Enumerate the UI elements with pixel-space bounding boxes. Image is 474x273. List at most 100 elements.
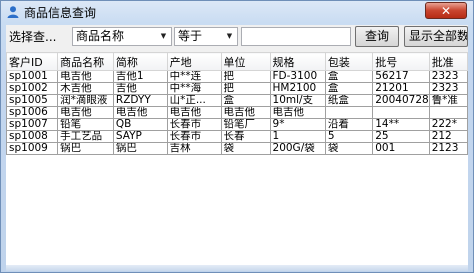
operator-select-value: 等于 — [178, 29, 203, 43]
query-toolbar: 选择查... 商品名称 ▼ 等于 ▼ 查询 显示全部数据 — [6, 25, 468, 49]
chevron-down-icon[interactable]: ▼ — [222, 28, 237, 45]
column-header[interactable]: 包装 — [324, 52, 374, 71]
table-cell[interactable]: 铅笔 — [57, 118, 114, 131]
table-cell[interactable] — [428, 106, 468, 119]
column-header[interactable]: 规格 — [269, 52, 326, 71]
table-cell[interactable]: 中**连 — [166, 70, 222, 83]
table-cell[interactable]: 吉他1 — [112, 70, 168, 83]
table-cell[interactable]: 001 — [372, 142, 430, 155]
table-cell[interactable]: 56217 — [372, 70, 430, 83]
table-cell[interactable]: 10ml/支 — [269, 94, 326, 107]
table-cell[interactable]: 手工艺品 — [57, 130, 114, 143]
window-title: 商品信息查询 — [24, 5, 97, 20]
search-button[interactable]: 查询 — [355, 26, 399, 47]
table-cell[interactable]: 袋 — [324, 142, 374, 155]
table-cell[interactable]: sp1008 — [6, 130, 59, 143]
table-cell[interactable]: 山*正... — [166, 94, 222, 107]
column-header[interactable]: 批号 — [372, 52, 430, 71]
column-header[interactable]: 商品名称 — [57, 52, 114, 71]
table-cell[interactable]: 212 — [428, 130, 468, 143]
table-cell[interactable]: 锅巴 — [57, 142, 114, 155]
table-cell[interactable]: 电吉他 — [57, 70, 114, 83]
status-bar — [6, 265, 468, 271]
table-cell[interactable]: FD-3100 — [269, 70, 326, 83]
table-cell[interactable]: SAYP — [112, 130, 168, 143]
table-cell[interactable]: 润*滴眼液 — [57, 94, 114, 107]
table-cell[interactable]: sp1001 — [6, 70, 59, 83]
table-cell[interactable]: 2323 — [428, 82, 468, 95]
operator-select[interactable]: 等于 ▼ — [174, 27, 238, 46]
table-cell[interactable]: 盒 — [324, 70, 374, 83]
table-cell[interactable]: sp1006 — [6, 106, 59, 119]
table-cell[interactable]: 20040728 — [372, 94, 430, 107]
table-cell[interactable]: 电吉他 — [112, 106, 168, 119]
table-cell[interactable]: 9* — [269, 118, 326, 131]
table-cell[interactable]: 5 — [324, 130, 374, 143]
table-cell[interactable]: 200G/袋 — [269, 142, 326, 155]
user-icon — [6, 5, 20, 19]
column-header[interactable]: 简称 — [112, 52, 168, 71]
table-cell[interactable]: 沿着 — [324, 118, 374, 131]
table-cell[interactable]: sp1007 — [6, 118, 59, 131]
table-cell[interactable]: sp1009 — [6, 142, 59, 155]
table-cell[interactable]: 长春 — [220, 130, 271, 143]
table-cell[interactable]: 铅笔厂 — [220, 118, 271, 131]
table-cell[interactable]: 25 — [372, 130, 430, 143]
table-cell[interactable] — [372, 106, 430, 119]
table-row[interactable]: sp1007 铅笔 QB 长春市 铅笔厂 9* 沿着 14** 222* — [6, 118, 468, 131]
field-select[interactable]: 商品名称 ▼ — [72, 27, 172, 46]
table-row[interactable]: sp1001 电吉他 吉他1 中**连把 FD-3100 盒 56217 2323 — [6, 70, 468, 83]
table-row[interactable]: sp1008 手工艺品 SAYP 长春市 长春 1 5 25 212 — [6, 130, 468, 143]
table-cell[interactable]: 鲁*准 — [428, 94, 468, 107]
table-cell[interactable]: 袋 — [220, 142, 271, 155]
search-input[interactable] — [241, 27, 351, 46]
table-cell[interactable]: HM2100 — [269, 82, 326, 95]
field-select-value: 商品名称 — [76, 29, 125, 43]
table-row[interactable]: sp1009 锅巴 锅巴 吉林袋 200G/袋袋 001 2123 — [6, 142, 468, 155]
column-header[interactable]: 客户ID — [6, 52, 59, 71]
table-cell[interactable]: 2123 — [428, 142, 468, 155]
table-cell[interactable]: 把 — [220, 82, 271, 95]
table-cell[interactable]: 盒 — [324, 82, 374, 95]
table-cell[interactable]: 锅巴 — [112, 142, 168, 155]
table-cell[interactable]: 222* — [428, 118, 468, 131]
table-cell[interactable]: 电吉他 — [220, 106, 271, 119]
table-cell[interactable]: 盒 — [220, 94, 271, 107]
title-bar[interactable]: 商品信息查询 ✕ — [1, 1, 473, 23]
column-header[interactable]: 产地 — [166, 52, 222, 71]
show-all-button[interactable]: 显示全部数据 — [404, 26, 468, 47]
table-cell[interactable]: 长春市 — [166, 118, 222, 131]
table-cell[interactable]: 电吉他 — [269, 106, 326, 119]
column-header[interactable]: 批准 — [428, 52, 468, 71]
product-table: 客户ID 商品名称 简称 产地 单位 规格 包装 批号 批准 sp1001 电吉他 吉他1 中**连把… — [6, 52, 468, 155]
chevron-down-icon[interactable]: ▼ — [156, 28, 171, 45]
table-cell[interactable]: QB — [112, 118, 168, 131]
table-row[interactable]: sp1002 木吉他 吉他 中**海把 HM2100 盒 21201 2323 — [6, 82, 468, 95]
table-cell[interactable]: 电吉他 — [166, 106, 222, 119]
table-cell[interactable] — [324, 106, 374, 119]
table-cell[interactable]: 长春市 — [166, 130, 222, 143]
table-cell[interactable]: 14** — [372, 118, 430, 131]
table-cell[interactable]: 21201 — [372, 82, 430, 95]
table-cell[interactable]: 电吉他 — [57, 106, 114, 119]
client-area: 选择查... 商品名称 ▼ 等于 ▼ 查询 显示全部数据 — [6, 25, 468, 271]
table-cell[interactable]: 中**海 — [166, 82, 222, 95]
table-cell[interactable]: sp1005 — [6, 94, 59, 107]
query-label: 选择查... — [9, 30, 57, 44]
table-row[interactable]: sp1006 电吉他 电吉他 电吉他 电吉他 电吉他 — [6, 106, 468, 119]
table-row[interactable]: sp1005 润*滴眼液 RZDYY 山*正... 盒 10ml/支 纸盒 20040728 鲁… — [6, 94, 468, 107]
app-window: 商品信息查询 ✕ 选择查... 商品名称 ▼ 等于 ▼ 查询 显示全部数据 — [0, 0, 474, 273]
table-cell[interactable]: 1 — [269, 130, 326, 143]
table-cell[interactable]: 吉他 — [112, 82, 168, 95]
table-cell[interactable]: RZDYY — [112, 94, 168, 107]
data-grid[interactable]: 客户ID 商品名称 简称 产地 单位 规格 包装 批号 批准 sp1001 电吉他 吉他1 中**连把… — [6, 52, 468, 271]
table-cell[interactable]: 把 — [220, 70, 271, 83]
table-cell[interactable]: 纸盒 — [324, 94, 374, 107]
close-button[interactable]: ✕ — [425, 2, 467, 19]
table-cell[interactable]: sp1002 — [6, 82, 59, 95]
close-icon: ✕ — [440, 3, 452, 18]
table-cell[interactable]: 吉林 — [166, 142, 222, 155]
table-cell[interactable]: 2323 — [428, 70, 468, 83]
table-cell[interactable]: 木吉他 — [57, 82, 114, 95]
column-header[interactable]: 单位 — [220, 52, 271, 71]
